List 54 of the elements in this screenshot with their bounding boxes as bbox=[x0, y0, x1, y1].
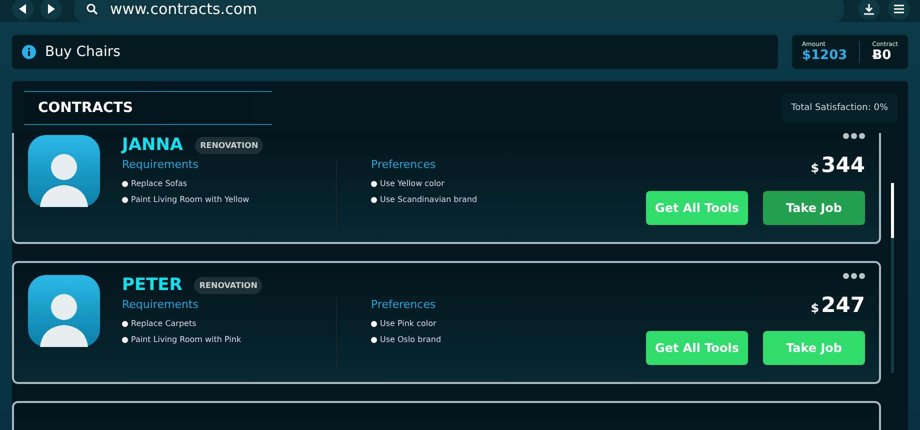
panel-title: CONTRACTS bbox=[24, 91, 272, 125]
preferences-heading: Preferences bbox=[371, 298, 437, 311]
url-text: www.contracts.com bbox=[110, 0, 258, 18]
price-amount: 247 bbox=[821, 293, 865, 317]
address-bar[interactable]: www.contracts.com bbox=[74, 0, 844, 22]
stat-value: Ƀ0 bbox=[872, 48, 892, 63]
avatar-silhouette-icon bbox=[28, 275, 100, 347]
get-tools-button[interactable]: Get All Tools bbox=[646, 191, 748, 225]
back-button[interactable] bbox=[12, 0, 34, 20]
category-tag: RENOVATION bbox=[195, 136, 264, 154]
bullet-icon bbox=[122, 336, 128, 342]
currency-symbol: $ bbox=[810, 161, 820, 175]
client-name: JANNA bbox=[122, 135, 184, 155]
take-job-button[interactable]: Take Job bbox=[763, 191, 865, 225]
download-icon bbox=[863, 3, 875, 15]
left-triangle-icon bbox=[17, 3, 29, 15]
requirements-heading: Requirements bbox=[122, 298, 200, 311]
category-tag: RENOVATION bbox=[194, 276, 262, 294]
bullet-icon bbox=[122, 196, 128, 202]
right-triangle-icon bbox=[45, 3, 57, 15]
preference-text: Use Scandinavian brand bbox=[380, 195, 478, 204]
scrollbar-thumb[interactable] bbox=[891, 183, 894, 238]
bullet-icon bbox=[371, 196, 377, 202]
take-job-button[interactable]: Take Job bbox=[763, 331, 865, 365]
requirement-text: Replace Carpets bbox=[131, 319, 196, 328]
preferences-heading: Preferences bbox=[371, 158, 437, 171]
bullet-icon bbox=[122, 180, 128, 186]
avatar-silhouette-icon bbox=[28, 135, 100, 207]
bullet-icon bbox=[371, 320, 377, 326]
bullet-icon bbox=[122, 320, 128, 326]
bullet-icon bbox=[371, 336, 377, 342]
get-tools-button[interactable]: Get All Tools bbox=[646, 331, 748, 365]
download-button[interactable] bbox=[858, 0, 880, 20]
currency-symbol: $ bbox=[810, 301, 820, 315]
preference-text: Use Pink color bbox=[380, 319, 436, 328]
bullet-icon bbox=[371, 180, 377, 186]
requirement-text: Paint Living Room with Pink bbox=[131, 335, 242, 344]
forward-button[interactable] bbox=[40, 0, 62, 20]
menu-icon bbox=[893, 3, 905, 15]
search-icon bbox=[86, 3, 98, 15]
satisfaction-label: Total Satisfaction: 0% bbox=[781, 93, 898, 123]
client-name: PETER bbox=[122, 275, 182, 295]
more-options-button[interactable] bbox=[843, 273, 865, 279]
stat-value: $1203 bbox=[802, 48, 848, 63]
info-icon bbox=[22, 45, 36, 59]
requirements-heading: Requirements bbox=[122, 158, 200, 171]
more-options-button[interactable] bbox=[843, 133, 865, 139]
requirement-text: Replace Sofas bbox=[131, 179, 188, 188]
task-title: Buy Chairs bbox=[45, 44, 120, 60]
requirement-text: Paint Living Room with Yellow bbox=[131, 195, 250, 204]
price-amount: 344 bbox=[821, 153, 865, 177]
preference-text: Use Oslo brand bbox=[380, 335, 442, 344]
menu-button[interactable] bbox=[888, 0, 910, 20]
preference-text: Use Yellow color bbox=[380, 179, 444, 188]
